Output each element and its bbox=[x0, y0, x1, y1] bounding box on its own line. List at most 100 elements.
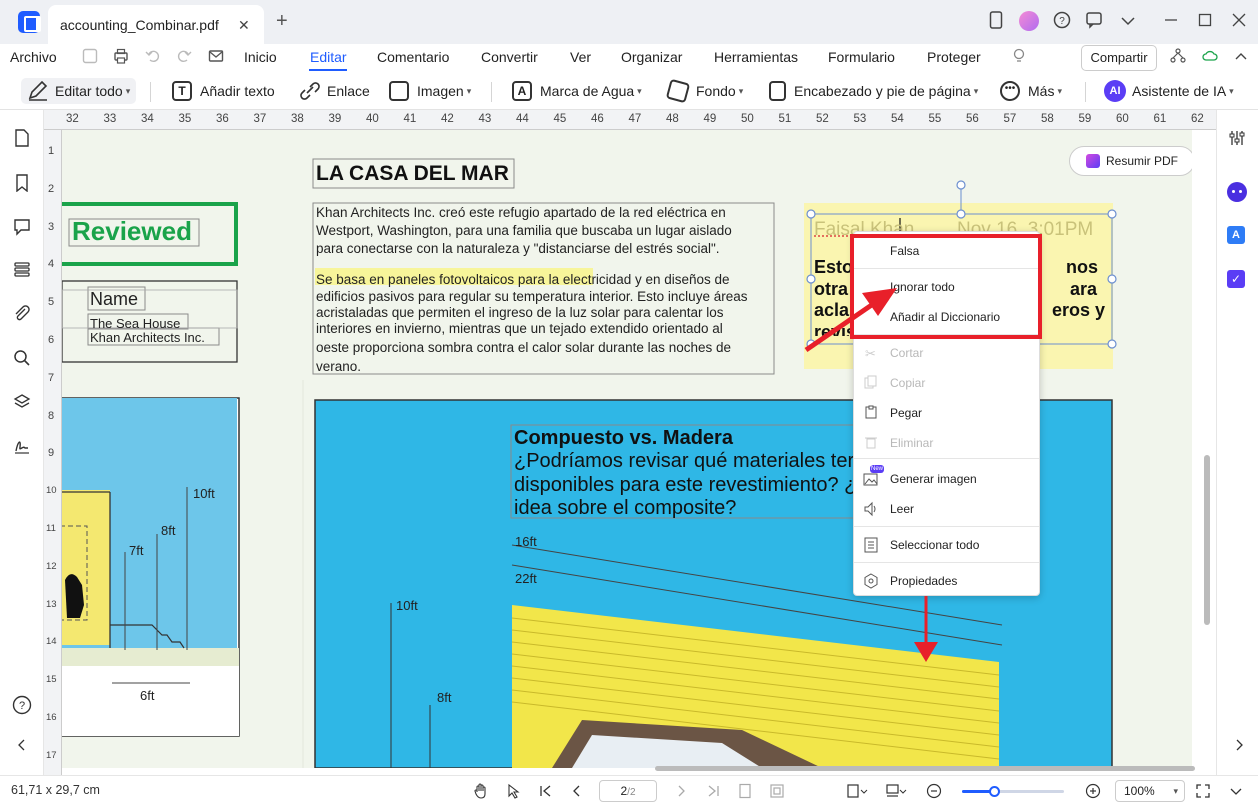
undo-icon[interactable] bbox=[143, 48, 163, 68]
crop-view-icon[interactable] bbox=[846, 783, 868, 804]
cloud-sync-icon[interactable] bbox=[1200, 48, 1220, 68]
zoom-select[interactable]: 100% ▾ bbox=[1115, 780, 1185, 802]
note-text: eros y bbox=[1052, 300, 1106, 320]
ruler-tick-label: 40 bbox=[366, 113, 379, 125]
menu-proteger[interactable]: Proteger bbox=[927, 49, 981, 65]
select-tool-icon[interactable] bbox=[506, 783, 522, 804]
help-circle-icon[interactable]: ? bbox=[12, 695, 32, 715]
menu-convertir[interactable]: Convertir bbox=[481, 49, 538, 65]
menu-dropdown-icon[interactable] bbox=[1118, 11, 1138, 31]
menu-item-copiar[interactable]: Copiar bbox=[890, 376, 925, 390]
document-tab[interactable]: accounting_Combinar.pdf ✕ bbox=[48, 5, 264, 44]
attachment-icon[interactable] bbox=[12, 305, 32, 325]
menu-item-seleccionar-todo[interactable]: Seleccionar todo bbox=[890, 538, 979, 552]
search-icon[interactable] bbox=[12, 349, 32, 369]
menu-item-anadir-diccionario[interactable]: Añadir al Diccionario bbox=[890, 310, 1000, 324]
menu-item-cortar[interactable]: Cortar bbox=[890, 346, 923, 360]
next-page-icon[interactable] bbox=[673, 783, 689, 804]
menu-item-generar-imagen[interactable]: Generar imagen bbox=[890, 472, 977, 486]
ruler-tick-label: 41 bbox=[403, 113, 417, 125]
collapse-left-icon[interactable] bbox=[12, 738, 32, 758]
menu-organizar[interactable]: Organizar bbox=[621, 49, 682, 65]
link-button[interactable]: Enlace bbox=[299, 78, 370, 104]
vertical-scrollbar[interactable] bbox=[1204, 455, 1210, 625]
menu-ver[interactable]: Ver bbox=[570, 49, 591, 65]
edit-all-button[interactable]: Editar todo ▾ bbox=[21, 78, 137, 104]
new-tab-icon[interactable]: + bbox=[276, 10, 288, 33]
feedback-icon[interactable] bbox=[1084, 11, 1104, 31]
layout-icon[interactable] bbox=[885, 783, 907, 804]
prev-page-icon[interactable] bbox=[569, 783, 585, 804]
page-input[interactable]: 2/2 bbox=[599, 780, 657, 802]
menu-comentario[interactable]: Comentario bbox=[377, 49, 449, 65]
layers-icon[interactable] bbox=[12, 393, 32, 413]
bookmark-icon[interactable] bbox=[12, 174, 32, 194]
menu-archivo[interactable]: Archivo bbox=[10, 49, 57, 65]
page-view-icon[interactable] bbox=[737, 783, 753, 804]
hand-tool-icon[interactable] bbox=[473, 783, 489, 804]
close-window-icon[interactable] bbox=[1229, 11, 1249, 31]
menu-item-pegar[interactable]: Pegar bbox=[890, 406, 922, 420]
redo-icon[interactable] bbox=[174, 48, 194, 68]
collapse-panel-icon[interactable] bbox=[1228, 783, 1244, 804]
save-icon[interactable] bbox=[80, 48, 100, 68]
expand-right-icon[interactable] bbox=[1229, 738, 1249, 758]
collapse-ribbon-icon[interactable] bbox=[1231, 48, 1251, 68]
first-page-icon[interactable] bbox=[538, 783, 554, 804]
share-button[interactable]: Compartir bbox=[1081, 45, 1157, 71]
divider bbox=[854, 268, 1039, 269]
ruler-tick-label: 54 bbox=[891, 113, 904, 125]
ai-robot-icon[interactable] bbox=[1227, 182, 1247, 202]
para1-line2: Westport, Washington, para una familia q… bbox=[316, 223, 732, 238]
fullscreen-icon[interactable] bbox=[1195, 783, 1211, 804]
mail-icon[interactable] bbox=[206, 48, 226, 68]
comment-icon[interactable] bbox=[12, 218, 32, 238]
menu-item-eliminar[interactable]: Eliminar bbox=[890, 436, 933, 450]
ruler-tick-label: 7 bbox=[48, 371, 55, 384]
menu-item-falsa[interactable]: Falsa bbox=[890, 244, 919, 258]
background-button[interactable]: Fondo ▾ bbox=[665, 78, 743, 104]
more-button[interactable]: ••• Más ▾ bbox=[1000, 78, 1062, 104]
watermark-button[interactable]: A Marca de Agua ▾ bbox=[512, 78, 642, 104]
menu-inicio[interactable]: Inicio bbox=[244, 49, 277, 65]
page-thumbnail-icon[interactable] bbox=[12, 129, 32, 149]
check-task-icon[interactable]: ✓ bbox=[1227, 270, 1247, 290]
ruler-tick-label: 59 bbox=[1078, 113, 1092, 125]
menu-item-ignorar-todo[interactable]: Ignorar todo bbox=[890, 280, 955, 294]
translate-icon[interactable]: A bbox=[1227, 226, 1247, 246]
watermark-icon: A bbox=[512, 81, 532, 101]
zoom-slider[interactable] bbox=[962, 786, 1064, 797]
last-page-icon[interactable] bbox=[705, 783, 721, 804]
horizontal-scrollbar[interactable] bbox=[655, 766, 1195, 771]
header-footer-button[interactable]: Encabezado y pie de página ▾ bbox=[769, 78, 978, 104]
menu-editar[interactable]: Editar bbox=[310, 49, 347, 65]
lightbulb-icon[interactable] bbox=[1009, 48, 1029, 68]
fit-page-icon[interactable] bbox=[769, 783, 785, 804]
resumir-pdf-button[interactable]: Resumir PDF bbox=[1069, 146, 1192, 176]
menu-item-propiedades[interactable]: Propiedades bbox=[890, 574, 957, 588]
divider bbox=[854, 562, 1039, 563]
menu-herramientas[interactable]: Herramientas bbox=[714, 49, 798, 65]
zoom-out-icon[interactable] bbox=[926, 783, 942, 804]
tab-close-icon[interactable]: ✕ bbox=[238, 17, 250, 34]
maximize-icon[interactable] bbox=[1195, 11, 1215, 31]
connect-icon[interactable] bbox=[1168, 48, 1188, 68]
menu-formulario[interactable]: Formulario bbox=[828, 49, 895, 65]
print-icon[interactable] bbox=[111, 48, 131, 68]
ai-assistant-button[interactable]: AI Asistente de IA ▾ bbox=[1104, 78, 1234, 104]
layers-list-icon[interactable] bbox=[12, 261, 32, 281]
ruler-tick-label: 50 bbox=[741, 113, 754, 125]
settings-sliders-icon[interactable] bbox=[1227, 129, 1247, 149]
avatar[interactable] bbox=[1019, 11, 1039, 31]
help-icon[interactable]: ? bbox=[1052, 11, 1072, 31]
zoom-slider-knob[interactable] bbox=[988, 786, 1000, 797]
minimize-icon[interactable] bbox=[1161, 11, 1181, 31]
add-text-button[interactable]: T Añadir texto bbox=[172, 78, 275, 104]
device-icon[interactable] bbox=[986, 11, 1006, 31]
image-button[interactable]: Imagen ▾ bbox=[389, 78, 471, 104]
more-label: Más bbox=[1028, 83, 1055, 99]
zoom-in-icon[interactable] bbox=[1085, 783, 1101, 804]
para1-line1: Khan Architects Inc. creó este refugio a… bbox=[316, 205, 726, 220]
menu-item-leer[interactable]: Leer bbox=[890, 502, 914, 516]
signature-icon[interactable] bbox=[12, 437, 32, 457]
